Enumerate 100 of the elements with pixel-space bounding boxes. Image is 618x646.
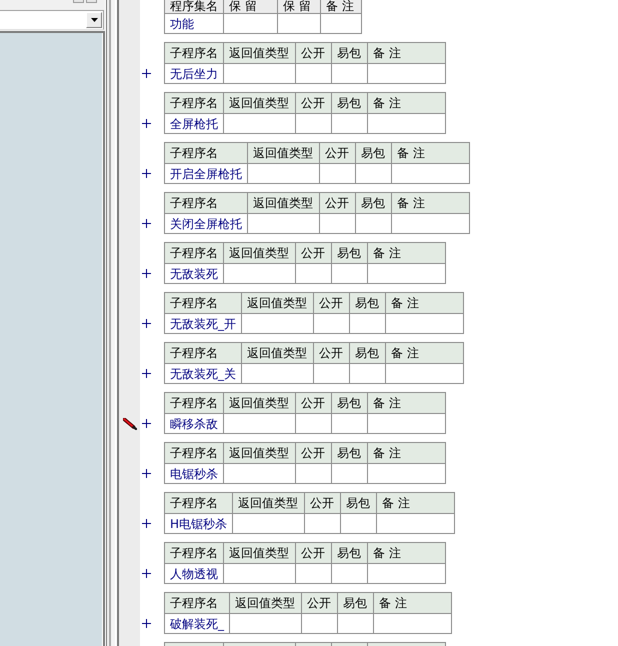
table-cell[interactable] xyxy=(320,164,356,184)
plus-icon[interactable] xyxy=(142,69,151,78)
table-cell[interactable]: 破解装死_ xyxy=(165,614,230,634)
table-cell[interactable] xyxy=(356,164,392,184)
table-cell[interactable] xyxy=(368,464,446,484)
column-header: 公开 xyxy=(320,143,356,164)
table-cell[interactable]: 无后坐力 xyxy=(165,64,224,84)
toolbar-button[interactable] xyxy=(86,0,97,3)
table-cell[interactable]: 无敌装死 xyxy=(165,264,224,284)
table-cell[interactable] xyxy=(296,564,332,584)
table-cell[interactable] xyxy=(350,364,386,384)
toolbar-button[interactable] xyxy=(73,0,84,3)
dropdown-button[interactable] xyxy=(86,12,102,28)
table-cell[interactable] xyxy=(341,514,378,534)
table-cell[interactable] xyxy=(302,614,338,634)
table-cell[interactable]: 瞬移杀敌 xyxy=(165,414,224,434)
table-cell[interactable] xyxy=(368,114,446,134)
table-cell[interactable]: 开启全屏枪托 xyxy=(165,164,248,184)
table-cell[interactable]: 关闭全屏枪托 xyxy=(165,214,248,234)
table-cell[interactable] xyxy=(224,464,296,484)
table-cell[interactable] xyxy=(224,264,296,284)
column-header: 备 注 xyxy=(377,493,456,514)
plus-icon[interactable] xyxy=(142,569,151,578)
plus-icon[interactable] xyxy=(142,469,151,478)
column-header: 易包 xyxy=(350,343,386,364)
column-header: 返回值类型 xyxy=(224,443,296,464)
table-cell[interactable] xyxy=(224,114,296,134)
column-header: 备 注 xyxy=(374,593,452,614)
table-cell[interactable]: 电锯秒杀 xyxy=(165,464,224,484)
column-header: 返回值类型 xyxy=(230,593,302,614)
table-cell[interactable]: 无敌装死_开 xyxy=(165,314,242,334)
table-cell[interactable] xyxy=(377,514,456,534)
plus-icon[interactable] xyxy=(142,119,151,128)
column-header: 返回值类型 xyxy=(248,143,320,164)
plus-icon[interactable] xyxy=(142,419,151,428)
table-cell[interactable] xyxy=(224,414,296,434)
plus-icon[interactable] xyxy=(142,619,151,628)
table-cell[interactable] xyxy=(374,614,452,634)
splitter-bar[interactable] xyxy=(105,0,119,646)
table-cell[interactable] xyxy=(386,314,464,334)
table-cell[interactable] xyxy=(296,114,332,134)
table-cell[interactable] xyxy=(338,614,374,634)
table-cell[interactable] xyxy=(368,264,446,284)
table-cell[interactable] xyxy=(314,314,350,334)
column-header: 返回值类型 xyxy=(224,543,296,564)
table-cell[interactable] xyxy=(296,64,332,84)
column-header: 子程序名 xyxy=(165,543,224,564)
column-header: 公开 xyxy=(314,343,350,364)
table-cell[interactable] xyxy=(368,64,446,84)
table-cell[interactable] xyxy=(233,514,306,534)
plus-icon[interactable] xyxy=(142,219,151,228)
column-header: 易包 xyxy=(332,543,368,564)
table-cell[interactable] xyxy=(314,364,350,384)
column-header: 公开 xyxy=(296,243,332,264)
table-cell[interactable] xyxy=(230,614,302,634)
table-cell[interactable] xyxy=(332,64,368,84)
dropdown-field[interactable] xyxy=(0,10,104,30)
table-cell[interactable] xyxy=(242,314,314,334)
table-cell[interactable] xyxy=(224,14,278,34)
table-cell[interactable]: H电锯秒杀 xyxy=(165,514,234,534)
table-cell[interactable] xyxy=(392,214,470,234)
table-cell[interactable] xyxy=(296,264,332,284)
table-cell[interactable] xyxy=(224,64,296,84)
table-cell[interactable] xyxy=(368,564,446,584)
column-header: 子程序名 xyxy=(165,43,224,64)
column-header: 易包 xyxy=(332,443,368,464)
column-header: 子程序名 xyxy=(165,343,242,364)
column-header: 易包 xyxy=(338,593,374,614)
table-cell[interactable]: 无敌装死_关 xyxy=(165,364,242,384)
table-cell[interactable] xyxy=(332,264,368,284)
table-cell[interactable] xyxy=(224,564,296,584)
table-cell[interactable] xyxy=(248,164,320,184)
table-cell[interactable] xyxy=(296,464,332,484)
plus-icon[interactable] xyxy=(142,169,151,178)
table-cell[interactable] xyxy=(332,564,368,584)
table-cell[interactable] xyxy=(332,114,368,134)
table-cell[interactable] xyxy=(278,14,321,34)
table-cell[interactable] xyxy=(368,414,446,434)
table-cell[interactable] xyxy=(350,314,386,334)
table-cell[interactable]: 全屏枪托 xyxy=(165,114,224,134)
table-cell[interactable] xyxy=(305,514,342,534)
column-header: 公开 xyxy=(320,193,356,214)
table-cell[interactable] xyxy=(248,214,320,234)
table-cell[interactable] xyxy=(296,414,332,434)
table-cell[interactable] xyxy=(332,414,368,434)
plus-icon[interactable] xyxy=(142,319,151,328)
table-cell[interactable] xyxy=(242,364,314,384)
table-cell[interactable] xyxy=(356,214,392,234)
column-header: 返回值类型 xyxy=(233,493,306,514)
table-cell[interactable] xyxy=(320,214,356,234)
table-cell[interactable] xyxy=(321,14,362,34)
table-cell[interactable]: 功能 xyxy=(165,14,224,34)
column-header: 公开 xyxy=(296,443,332,464)
plus-icon[interactable] xyxy=(142,369,151,378)
table-cell[interactable] xyxy=(386,364,464,384)
plus-icon[interactable] xyxy=(142,269,151,278)
table-cell[interactable]: 人物透视 xyxy=(165,564,224,584)
table-cell[interactable] xyxy=(332,464,368,484)
plus-icon[interactable] xyxy=(142,519,151,528)
table-cell[interactable] xyxy=(392,164,470,184)
